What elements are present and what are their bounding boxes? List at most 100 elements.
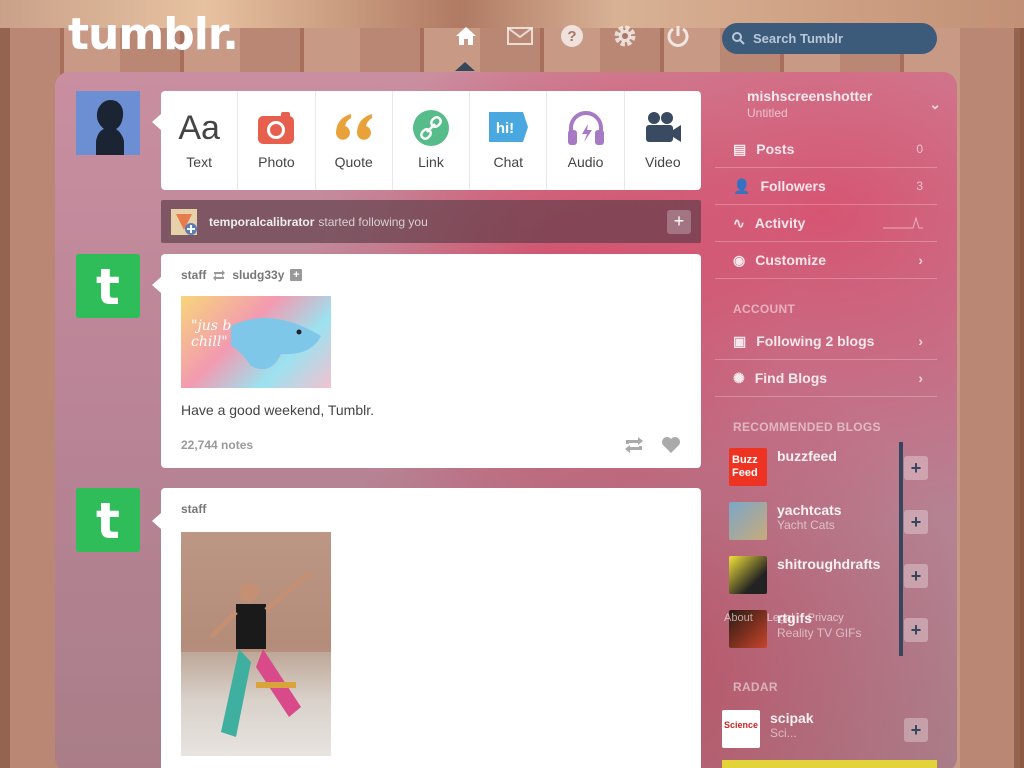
sidebar-item-posts[interactable]: ▤ Posts 0 xyxy=(715,131,937,168)
notification-avatar[interactable] xyxy=(171,208,197,235)
user-avatar[interactable] xyxy=(76,91,140,155)
recommended-blog-sub: Yacht Cats xyxy=(777,518,835,532)
following-icon: ▣ xyxy=(733,332,747,349)
link-icon xyxy=(412,110,449,146)
home-icon[interactable] xyxy=(452,22,480,50)
svg-text:t: t xyxy=(96,492,120,550)
svg-text:t: t xyxy=(96,258,120,316)
reblog-small-icon xyxy=(213,269,226,281)
followers-count: 3 xyxy=(916,179,923,193)
chat-icon: hi! xyxy=(487,110,529,146)
radar-heading: RADAR xyxy=(733,680,778,694)
radar-post-preview[interactable] xyxy=(722,760,937,768)
post-quote-button[interactable]: Quote xyxy=(316,91,393,190)
post-card: staff sludg33y + "jus b chill" Have a go… xyxy=(161,254,701,468)
mail-icon[interactable] xyxy=(506,22,534,50)
posts-count: 0 xyxy=(916,142,923,156)
search-placeholder: Search Tumblr xyxy=(753,31,844,46)
blog-switcher[interactable]: mishscreenshotter Untitled ⌄ xyxy=(733,82,955,126)
post-notes[interactable]: 22,744 notes xyxy=(181,438,253,452)
post-button-label: Quote xyxy=(334,154,373,170)
reblog-icon[interactable] xyxy=(623,436,645,454)
video-camera-icon xyxy=(643,110,683,146)
staff-avatar[interactable]: t xyxy=(76,254,140,318)
svg-text:?: ? xyxy=(567,28,576,45)
blog-name: mishscreenshotter xyxy=(747,88,873,104)
tumblr-logo[interactable]: tumblr. xyxy=(68,10,239,60)
follow-shitroughdrafts-button[interactable]: + xyxy=(904,564,928,588)
shitroughdrafts-avatar xyxy=(729,556,767,594)
post-button-label: Video xyxy=(645,154,681,170)
follow-yachtcats-button[interactable]: + xyxy=(904,510,928,534)
search-icon xyxy=(732,32,745,45)
notification-user[interactable]: temporalcalibrator xyxy=(209,215,314,229)
search-input[interactable]: Search Tumblr xyxy=(722,23,937,54)
compass-icon: ✺ xyxy=(733,369,745,386)
radar-blog-sub: Sci... xyxy=(770,726,797,740)
chevron-right-icon: › xyxy=(918,333,923,349)
post-photo[interactable] xyxy=(181,532,331,756)
recommended-blog[interactable]: yachtcats Yacht Cats xyxy=(729,502,929,544)
staff-avatar[interactable]: t xyxy=(76,488,140,552)
post-pointer xyxy=(152,513,161,529)
yachtcats-avatar xyxy=(729,502,767,540)
power-icon[interactable] xyxy=(664,22,692,50)
footer-links: About Legal Privacy xyxy=(724,612,844,624)
post-photo-button[interactable]: Photo xyxy=(238,91,316,190)
blog-subtitle: Untitled xyxy=(747,106,788,120)
post-caption: Have a good weekend, Tumblr. xyxy=(181,402,375,418)
sidebar-item-customize[interactable]: ◉ Customize › xyxy=(715,242,937,279)
sidebar-item-label: Activity xyxy=(754,215,806,231)
help-icon[interactable]: ? xyxy=(558,22,586,50)
post-audio-button[interactable]: Audio xyxy=(547,91,625,190)
footer-link[interactable]: Legal xyxy=(767,612,794,624)
account-heading: ACCOUNT xyxy=(733,302,796,316)
activity-sparkline xyxy=(883,216,923,229)
svg-text:hi!: hi! xyxy=(496,120,514,137)
followers-icon: 👤 xyxy=(733,177,751,194)
sidebar-item-find-blogs[interactable]: ✺ Find Blogs › xyxy=(715,360,937,397)
post-type-bar: Aa Text Photo Quote Link hi! Chat Audio … xyxy=(161,91,701,190)
heart-icon[interactable] xyxy=(661,436,681,454)
reblog-source[interactable]: sludg33y xyxy=(232,268,284,282)
quote-icon xyxy=(333,110,375,146)
post-video-button[interactable]: Video xyxy=(625,91,701,190)
chevron-right-icon: › xyxy=(918,370,923,386)
post-link-button[interactable]: Link xyxy=(393,91,471,190)
follow-notification[interactable]: temporalcalibrator started following you… xyxy=(161,200,701,243)
post-author[interactable]: staff xyxy=(181,268,206,282)
radar-blog-name: scipak xyxy=(770,710,814,726)
post-chat-button[interactable]: hi! Chat xyxy=(470,91,548,190)
post-text-button[interactable]: Aa Text xyxy=(161,91,239,190)
sidebar-item-activity[interactable]: ∿ Activity xyxy=(715,205,937,242)
sidebar-item-following[interactable]: ▣ Following 2 blogs › xyxy=(715,323,937,360)
radar-avatar: Science xyxy=(722,710,760,748)
post-photo-text: "jus b chill" xyxy=(191,318,232,350)
posts-icon: ▤ xyxy=(733,140,747,157)
recommended-heading: RECOMMENDED BLOGS xyxy=(733,420,881,434)
active-nav-indicator xyxy=(455,62,475,71)
sidebar-item-label: Customize xyxy=(755,252,827,268)
notification-follow-button[interactable]: + xyxy=(667,210,691,234)
notification-text: started following you xyxy=(318,214,428,229)
eye-icon: ◉ xyxy=(733,251,746,268)
radar-blog[interactable]: Science scipak Sci... xyxy=(722,710,922,752)
follow-rtgifs-button[interactable]: + xyxy=(904,618,928,642)
text-icon: Aa xyxy=(178,108,220,147)
post-author[interactable]: staff xyxy=(181,502,206,516)
footer-link[interactable]: About xyxy=(724,612,753,624)
recommended-blog[interactable]: shitroughdrafts xyxy=(729,556,929,598)
follow-buzzfeed-button[interactable]: + xyxy=(904,456,928,480)
follow-plus-icon[interactable]: + xyxy=(290,269,303,281)
post-button-label: Link xyxy=(418,154,444,170)
footer-link[interactable]: Privacy xyxy=(808,612,844,624)
post-button-label: Text xyxy=(186,154,212,170)
post-card: staff xyxy=(161,488,701,768)
activity-icon: ∿ xyxy=(733,214,745,231)
chevron-down-icon: ⌄ xyxy=(929,96,941,112)
sidebar-item-label: Find Blogs xyxy=(754,370,828,386)
settings-icon[interactable] xyxy=(611,22,639,50)
post-photo[interactable]: "jus b chill" xyxy=(181,296,331,388)
follow-radar-button[interactable]: + xyxy=(904,718,928,742)
sidebar-item-followers[interactable]: 👤 Followers 3 xyxy=(715,168,937,205)
